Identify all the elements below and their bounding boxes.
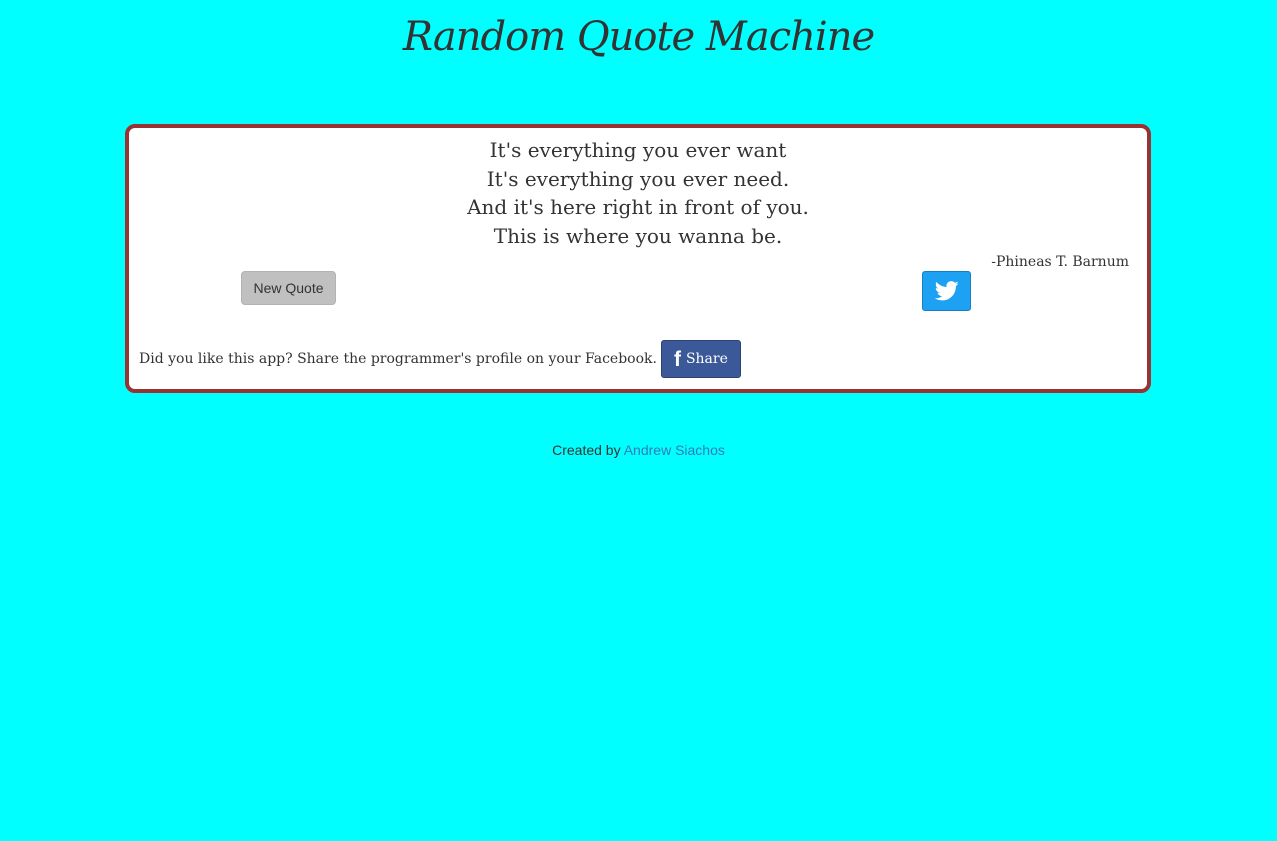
facebook-share-button[interactable]: f Share: [660, 340, 741, 378]
twitter-icon: [934, 281, 959, 301]
footer-prefix: Created by: [552, 442, 621, 458]
quote-line: It's everything you ever want: [489, 138, 787, 162]
footer: Created by Andrew Siachos: [0, 442, 1277, 458]
share-row: Did you like this app? Share the program…: [139, 340, 741, 378]
quote-card: It's everything you ever want It's every…: [125, 124, 1151, 393]
facebook-share-label: Share: [685, 351, 728, 367]
quote-line: This is where you wanna be.: [493, 223, 783, 248]
facebook-icon: f: [673, 347, 681, 371]
page-title: Random Quote Machine: [402, 14, 875, 60]
quote-line: It's everything you ever need.: [486, 166, 790, 191]
quote-author: -Phineas T. Barnum: [991, 254, 1129, 270]
tweet-button[interactable]: [922, 271, 971, 311]
quote-line: And it's here right in front of you.: [467, 195, 809, 219]
author-link[interactable]: Andrew Siachos: [624, 442, 725, 458]
new-quote-button[interactable]: New Quote: [241, 271, 336, 305]
share-prompt: Did you like this app? Share the program…: [139, 351, 657, 367]
quote-text: It's everything you ever want It's every…: [129, 136, 1147, 250]
